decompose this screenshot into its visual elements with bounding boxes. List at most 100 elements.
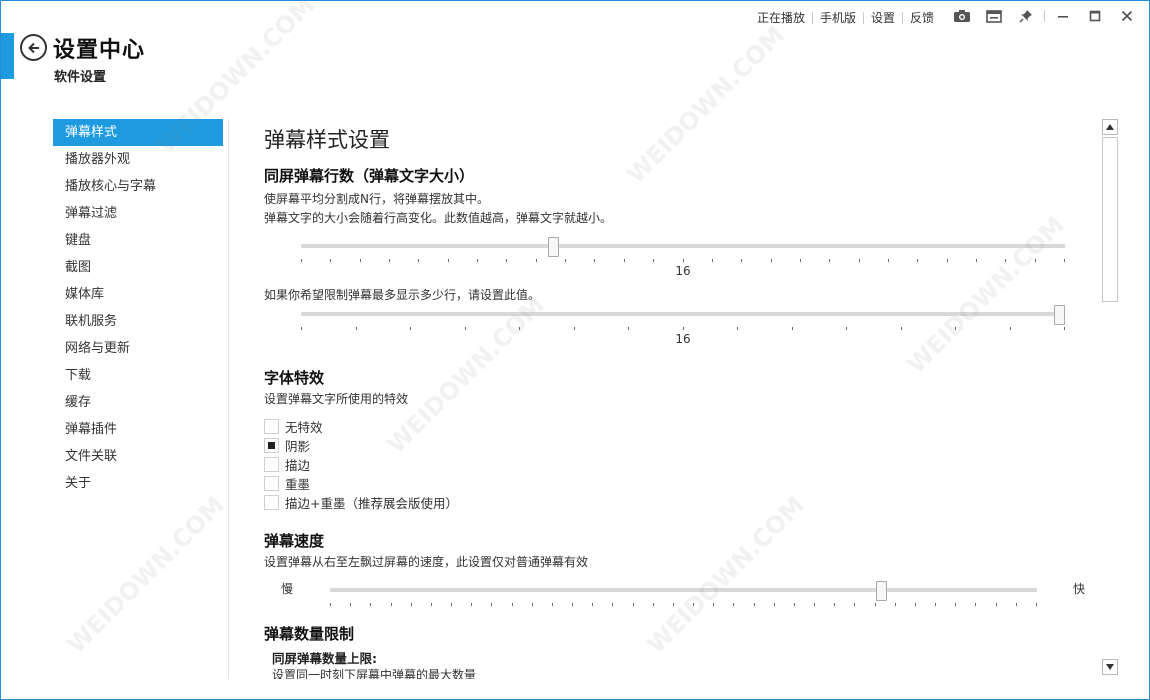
sidebar-item-core-subtitles[interactable]: 播放核心与字幕 xyxy=(53,173,223,200)
slider-tick xyxy=(894,603,896,606)
lines-slider-value: 16 xyxy=(675,264,691,278)
slider-tick xyxy=(1064,259,1065,262)
checkbox[interactable] xyxy=(264,494,279,510)
header-accent-bar xyxy=(1,33,14,79)
speed-heading: 弹幕速度 xyxy=(264,532,325,550)
slider-tick xyxy=(955,327,956,330)
slider-tick xyxy=(359,259,361,262)
slider-tick xyxy=(594,259,596,262)
sidebar-item-online-services[interactable]: 联机服务 xyxy=(53,308,223,335)
slider-tick xyxy=(471,603,473,606)
slider-tick xyxy=(737,327,738,330)
effect-option-stroke-heavy[interactable]: 描边+重墨（推荐展会版使用） xyxy=(264,493,458,511)
sidebar-item-file-association[interactable]: 文件关联 xyxy=(53,443,223,470)
sidebar-item-media-library[interactable]: 媒体库 xyxy=(53,281,223,308)
sidebar-item-screenshot[interactable]: 截图 xyxy=(53,254,223,281)
slider-tick xyxy=(955,603,957,606)
slider-tick xyxy=(682,327,684,330)
sidebar-item-cache[interactable]: 缓存 xyxy=(53,389,223,416)
sidebar-item-download[interactable]: 下载 xyxy=(53,362,223,389)
slider-tick xyxy=(653,259,655,262)
slider-tick xyxy=(753,603,755,606)
settings-link[interactable]: 设置 xyxy=(864,9,902,26)
scroll-up-button[interactable] xyxy=(1102,119,1118,135)
slider-track xyxy=(301,244,1065,248)
slider-tick xyxy=(858,259,860,262)
effect-option-heavy[interactable]: 重墨 xyxy=(264,474,310,492)
camera-icon[interactable] xyxy=(946,5,978,27)
top-links: 正在播放 手机版 设置 反馈 xyxy=(750,9,941,26)
lines-limit-slider[interactable] xyxy=(301,305,1065,335)
mobile-link[interactable]: 手机版 xyxy=(813,9,863,26)
slider-tick xyxy=(572,603,574,606)
effect-option-shadow[interactable]: 阴影 xyxy=(264,436,310,454)
slider-tick xyxy=(846,327,847,330)
speed-slow-label: 慢 xyxy=(281,582,294,596)
close-icon[interactable] xyxy=(1111,5,1143,27)
slider-tick xyxy=(1064,327,1065,330)
sidebar-item-danmaku-filter[interactable]: 弹幕过滤 xyxy=(53,200,223,227)
sidebar-item-danmaku-style[interactable]: 弹幕样式 xyxy=(53,119,223,146)
sidebar-item-about[interactable]: 关于 xyxy=(53,470,223,497)
sidebar-item-player-appearance[interactable]: 播放器外观 xyxy=(53,146,223,173)
font-effect-desc: 设置弹幕文字所使用的特效 xyxy=(264,392,409,406)
checkbox-label: 重墨 xyxy=(285,476,311,492)
scroll-thumb[interactable] xyxy=(1102,137,1118,302)
slider-tick xyxy=(975,603,977,606)
slider-tick xyxy=(791,327,793,330)
slider-thumb[interactable] xyxy=(1054,305,1065,325)
slider-thumb[interactable] xyxy=(548,237,560,257)
count-limit-heading: 弹幕数量限制 xyxy=(264,625,355,643)
slider-tick xyxy=(854,603,856,606)
pin-icon[interactable] xyxy=(1010,5,1042,27)
speed-fast-label: 快 xyxy=(1073,582,1086,596)
checkbox[interactable] xyxy=(264,456,279,472)
checkbox[interactable] xyxy=(264,475,279,491)
minimize-icon[interactable] xyxy=(1047,5,1079,27)
slider-tick xyxy=(682,259,684,262)
slider-tick xyxy=(1005,259,1007,262)
now-playing-link[interactable]: 正在播放 xyxy=(750,9,812,26)
lines-desc-2: 弹幕文字的大小会随着行高变化。此数值越高，弹幕文字就越小。 xyxy=(264,211,613,225)
back-button[interactable] xyxy=(20,34,47,61)
sidebar-item-keyboard[interactable]: 键盘 xyxy=(53,227,223,254)
slider-tick xyxy=(301,327,302,330)
speed-slider[interactable] xyxy=(330,581,1037,611)
lines-slider[interactable] xyxy=(301,237,1065,267)
checkbox[interactable] xyxy=(264,418,279,434)
scroll-down-button[interactable] xyxy=(1102,659,1118,675)
sidebar-item-network-update[interactable]: 网络与更新 xyxy=(53,335,223,362)
slider-thumb[interactable] xyxy=(876,581,888,601)
checkbox-label: 描边 xyxy=(285,457,311,473)
effect-option-none[interactable]: 无特效 xyxy=(264,417,323,435)
settings-sidebar: 弹幕样式 播放器外观 播放核心与字幕 弹幕过滤 键盘 截图 媒体库 联机服务 网… xyxy=(53,119,223,497)
feedback-link[interactable]: 反馈 xyxy=(903,9,941,26)
slider-tick xyxy=(464,327,466,330)
slider-tick xyxy=(511,603,513,606)
slider-tick xyxy=(330,259,332,262)
checkbox[interactable] xyxy=(264,437,279,453)
slider-tick xyxy=(773,603,775,606)
maximize-icon[interactable] xyxy=(1079,5,1111,27)
lines-limit-slider-value: 16 xyxy=(675,332,691,346)
slider-tick xyxy=(410,327,411,330)
slider-tick xyxy=(799,259,801,262)
font-effect-heading: 字体特效 xyxy=(264,369,325,387)
slider-tick xyxy=(477,259,479,262)
sidebar-item-danmaku-plugins[interactable]: 弹幕插件 xyxy=(53,416,223,443)
slider-tick xyxy=(1036,603,1037,606)
mini-mode-icon[interactable] xyxy=(978,5,1010,27)
slider-tick xyxy=(612,603,614,606)
slider-tick xyxy=(874,603,876,606)
triangle-down-icon xyxy=(1106,664,1114,670)
slider-tick xyxy=(1015,603,1017,606)
window-controls xyxy=(946,5,1143,27)
effect-option-stroke[interactable]: 描边 xyxy=(264,455,310,473)
slider-tick xyxy=(814,603,816,606)
content-scrollbar[interactable] xyxy=(1101,119,1119,679)
slider-tick xyxy=(390,603,392,606)
triangle-up-icon xyxy=(1106,124,1114,130)
title-bar: 正在播放 手机版 设置 反馈 xyxy=(1,1,1149,31)
count-limit-subheading: 同屏弹幕数量上限: xyxy=(272,651,377,666)
slider-tick xyxy=(975,259,977,262)
